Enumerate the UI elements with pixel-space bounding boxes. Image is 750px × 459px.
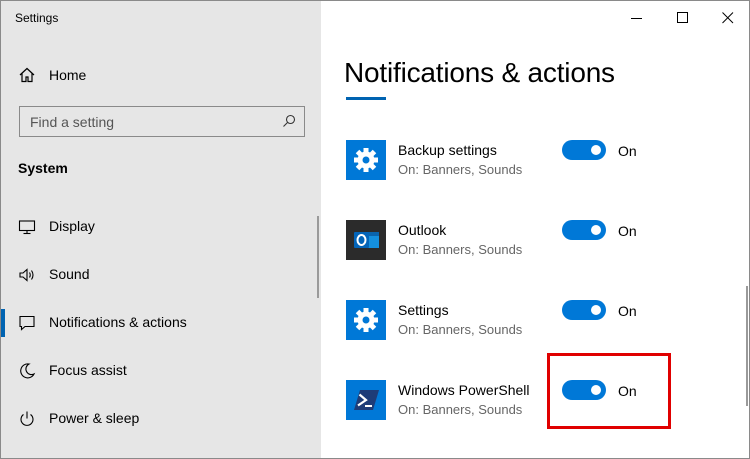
sidebar-item-label: Display bbox=[49, 218, 95, 234]
sidebar-item-power-sleep[interactable]: Power & sleep bbox=[1, 399, 321, 439]
app-subtitle[interactable]: On: Banners, Sounds bbox=[398, 162, 522, 177]
search-input[interactable] bbox=[20, 107, 270, 136]
sidebar-item-notifications[interactable]: Notifications & actions bbox=[1, 303, 321, 343]
minimize-button[interactable] bbox=[614, 1, 660, 35]
focus-assist-icon bbox=[18, 362, 36, 380]
settings-window: Settings Home System Display Sound bbox=[0, 0, 750, 459]
app-subtitle[interactable]: On: Banners, Sounds bbox=[398, 402, 522, 417]
window-title: Settings bbox=[15, 11, 59, 25]
app-name: Settings bbox=[398, 302, 449, 318]
toggle-knob bbox=[591, 305, 601, 315]
sidebar-item-display[interactable]: Display bbox=[1, 207, 321, 247]
powershell-icon bbox=[346, 380, 386, 420]
gear-icon bbox=[346, 140, 386, 180]
highlight-annotation-box bbox=[547, 353, 671, 429]
close-icon bbox=[722, 12, 734, 24]
toggle-label: On bbox=[618, 143, 637, 159]
toggle-knob bbox=[591, 145, 601, 155]
sound-icon bbox=[18, 266, 36, 284]
app-name: Outlook bbox=[398, 222, 447, 238]
power-icon bbox=[18, 410, 36, 428]
notifications-icon bbox=[18, 314, 36, 332]
sidebar-item-label: Sound bbox=[49, 266, 90, 282]
display-icon bbox=[18, 218, 36, 236]
sidebar: Settings Home System Display Sound bbox=[1, 1, 321, 458]
sidebar-item-label: Notifications & actions bbox=[49, 314, 187, 330]
active-indicator bbox=[1, 309, 5, 337]
toggle-knob bbox=[591, 225, 601, 235]
sidebar-item-home[interactable]: Home bbox=[1, 59, 321, 91]
sidebar-item-label: Home bbox=[49, 67, 87, 83]
sidebar-item-focus-assist[interactable]: Focus assist bbox=[1, 351, 321, 391]
maximize-icon bbox=[677, 12, 688, 23]
notification-toggle[interactable] bbox=[562, 220, 606, 240]
app-notification-row: Outlook On: Banners, Sounds On bbox=[346, 220, 716, 270]
gear-icon bbox=[346, 300, 386, 340]
search-icon[interactable] bbox=[282, 114, 296, 128]
title-underline bbox=[346, 97, 386, 100]
page-title: Notifications & actions bbox=[344, 57, 615, 88]
outlook-icon bbox=[346, 220, 386, 260]
section-title: System bbox=[18, 160, 68, 176]
sidebar-scrollbar[interactable] bbox=[317, 216, 319, 298]
notification-toggle[interactable] bbox=[562, 140, 606, 160]
app-notification-row: Settings On: Banners, Sounds On bbox=[346, 300, 716, 350]
sidebar-item-label: Focus assist bbox=[49, 362, 127, 378]
sidebar-item-label: Power & sleep bbox=[49, 410, 140, 426]
content-scrollbar[interactable] bbox=[746, 286, 748, 406]
app-notification-row: Backup settings On: Banners, Sounds On bbox=[346, 140, 716, 190]
app-subtitle[interactable]: On: Banners, Sounds bbox=[398, 322, 522, 337]
sidebar-item-sound[interactable]: Sound bbox=[1, 255, 321, 295]
search-box[interactable] bbox=[19, 106, 305, 137]
app-name: Backup settings bbox=[398, 142, 497, 158]
minimize-icon bbox=[631, 18, 642, 19]
main-content: Notifications & actions Backup settings … bbox=[321, 1, 749, 458]
app-subtitle[interactable]: On: Banners, Sounds bbox=[398, 242, 522, 257]
home-icon bbox=[18, 67, 36, 83]
toggle-label: On bbox=[618, 223, 637, 239]
maximize-button[interactable] bbox=[660, 1, 706, 35]
toggle-label: On bbox=[618, 303, 637, 319]
close-button[interactable] bbox=[705, 1, 749, 35]
notification-toggle[interactable] bbox=[562, 300, 606, 320]
app-name: Windows PowerShell bbox=[398, 382, 530, 398]
